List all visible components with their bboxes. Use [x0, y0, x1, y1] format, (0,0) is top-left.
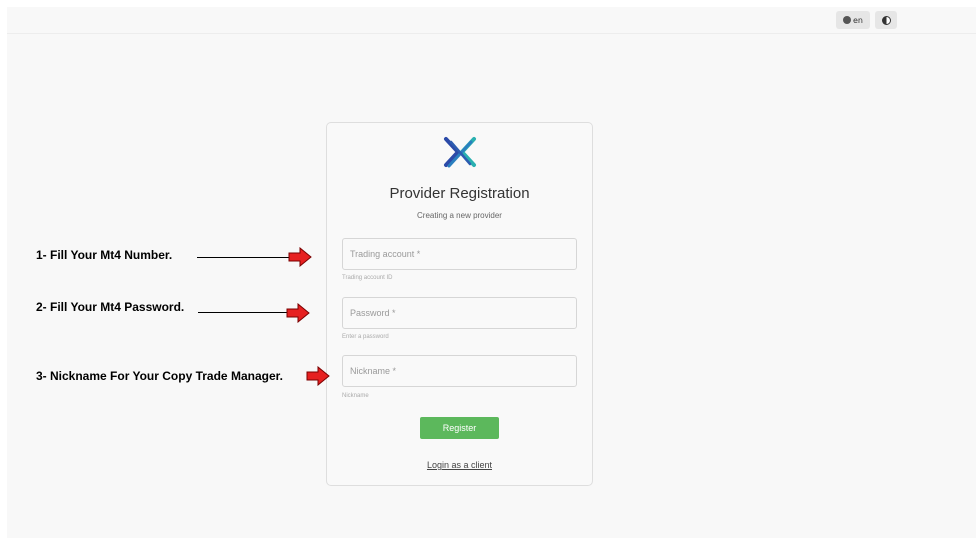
globe-icon: [843, 16, 851, 24]
trading-account-input[interactable]: [342, 238, 577, 270]
trading-account-helper: Trading account ID: [342, 275, 393, 281]
language-switcher-button[interactable]: en: [836, 11, 870, 29]
contrast-icon: [881, 15, 891, 25]
theme-toggle-button[interactable]: [875, 11, 897, 29]
password-input[interactable]: [342, 297, 577, 329]
language-label: en: [853, 15, 863, 25]
annotation-line-2: [198, 312, 287, 313]
password-helper: Enter a password: [342, 334, 389, 340]
brand-logo-icon: [444, 137, 476, 168]
annotation-text-1: 1- Fill Your Mt4 Number.: [36, 248, 173, 262]
register-button[interactable]: Register: [420, 417, 499, 439]
annotation-line-1: [197, 257, 289, 258]
annotation-arrow-2-icon: [286, 303, 310, 323]
login-as-client-link[interactable]: Login as a client: [427, 460, 492, 470]
nickname-input[interactable]: [342, 355, 577, 387]
annotation-text-2: 2- Fill Your Mt4 Password.: [36, 300, 185, 314]
nickname-helper: Nickname: [342, 393, 369, 399]
page-background: en Provider Registration Creating a new …: [7, 7, 976, 538]
annotation-arrow-3-icon: [306, 366, 330, 386]
login-as-client-row: Login as a client: [327, 460, 592, 470]
annotation-arrow-1-icon: [288, 247, 312, 267]
annotation-text-3: 3- Nickname For Your Copy Trade Manager.: [36, 369, 283, 383]
registration-card: Provider Registration Creating a new pro…: [326, 122, 593, 486]
top-bar: en: [7, 7, 976, 34]
page-title: Provider Registration: [389, 185, 530, 202]
page-subtitle: Creating a new provider: [417, 211, 502, 220]
